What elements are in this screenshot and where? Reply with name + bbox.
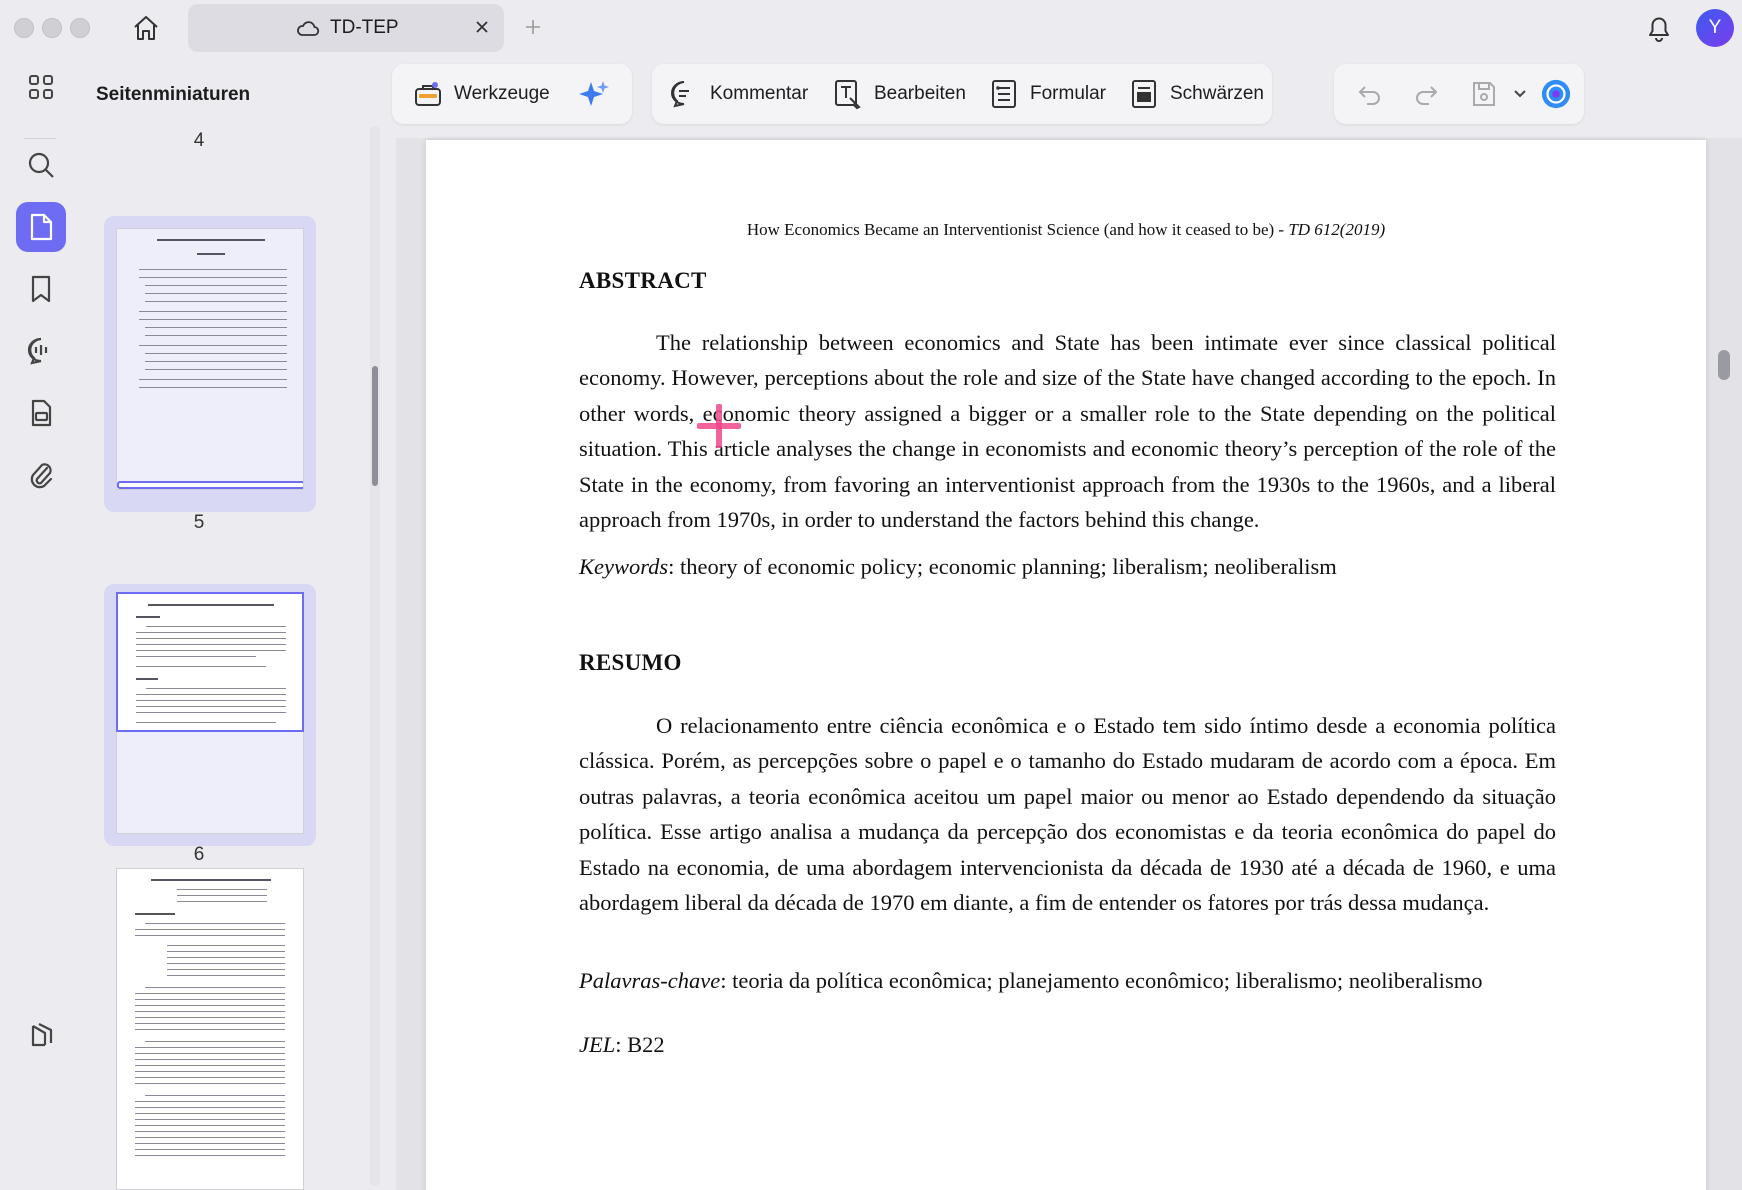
panel-title: Seitenminiaturen xyxy=(96,84,251,105)
attachment-button[interactable] xyxy=(16,450,66,500)
page-icon xyxy=(30,213,53,241)
tab-close-button[interactable] xyxy=(470,15,494,39)
jel-label: JEL xyxy=(579,1032,616,1057)
keywords-text: : theory of economic policy; economic pl… xyxy=(668,554,1337,579)
new-tab-button[interactable] xyxy=(520,14,546,40)
palavras-chave-line: Palavras-chave: teoria da política econô… xyxy=(579,963,1579,998)
app-grid-button[interactable] xyxy=(16,62,66,112)
thumbnail-page-4[interactable] xyxy=(104,216,316,512)
running-header-text: How Economics Became an Interventionist … xyxy=(746,220,1289,239)
undo-button[interactable] xyxy=(1348,64,1392,124)
notifications-button[interactable] xyxy=(1642,11,1676,45)
layers-icon xyxy=(31,1023,53,1047)
thumbnail-panel: Seitenminiaturen 4 5 6 xyxy=(80,56,388,1190)
running-header-ref: TD 612(2019) xyxy=(1288,220,1386,239)
document-viewport[interactable]: How Economics Became an Interventionist … xyxy=(396,138,1742,1190)
title-bar: TD-TEP Y xyxy=(0,0,1742,56)
scrollbar-thumb[interactable] xyxy=(372,366,378,486)
toolbox-icon xyxy=(412,78,444,110)
thumbnail-page-5[interactable] xyxy=(104,584,316,846)
comments-button[interactable] xyxy=(16,326,66,376)
jel-text: : B22 xyxy=(615,1032,665,1057)
history-group xyxy=(1334,64,1584,124)
cloud-icon xyxy=(296,18,320,43)
comment-icon xyxy=(27,337,48,365)
document-scrollbar-thumb[interactable] xyxy=(1718,350,1730,380)
comment-icon xyxy=(668,78,700,110)
keywords-label: Keywords xyxy=(579,554,669,579)
keywords-line: Keywords: theory of economic policy; eco… xyxy=(579,549,1579,584)
home-icon xyxy=(134,16,158,40)
document-tab[interactable]: TD-TEP xyxy=(188,4,504,52)
save-icon xyxy=(1468,78,1500,110)
rail-divider xyxy=(24,138,56,139)
edit-label: Bearbeiten xyxy=(874,83,966,104)
window-minimize-button[interactable] xyxy=(42,18,62,38)
sparkle-icon xyxy=(578,78,610,110)
resumo-heading: RESUMO xyxy=(579,650,682,675)
edit-mode-button[interactable]: Bearbeiten xyxy=(826,64,972,124)
search-icon xyxy=(28,152,54,178)
abstract-heading: ABSTRACT xyxy=(579,268,707,293)
page-number-label: 6 xyxy=(193,844,205,865)
grid-icon xyxy=(29,75,53,99)
thumbnail-page-6[interactable] xyxy=(116,868,304,1190)
left-icon-rail xyxy=(0,56,80,1190)
window-zoom-button[interactable] xyxy=(70,18,90,38)
form-label: Formular xyxy=(1030,83,1107,104)
plus-icon xyxy=(526,20,540,34)
crosshair-cursor xyxy=(697,404,741,448)
bell-icon xyxy=(1649,17,1669,42)
redact-mode-button[interactable]: Schwärzen xyxy=(1122,64,1270,124)
tools-button[interactable]: Werkzeuge xyxy=(406,64,556,124)
page-number-label: 5 xyxy=(193,512,205,533)
page-number-label: 4 xyxy=(193,130,205,151)
jel-line: JEL: B22 xyxy=(579,1027,1579,1062)
resumo-paragraph: O relacionamento entre ciência econômica… xyxy=(579,713,1556,916)
redo-button[interactable] xyxy=(1404,64,1448,124)
running-header: How Economics Became an Interventionist … xyxy=(426,220,1706,240)
text-edit-icon xyxy=(832,78,864,110)
form-mode-button[interactable]: Formular xyxy=(982,64,1112,124)
document-stack-icon xyxy=(31,399,52,427)
ai-chat-button[interactable] xyxy=(1534,64,1578,124)
comment-label: Kommentar xyxy=(710,83,809,104)
page-thumbnails-button[interactable] xyxy=(16,202,66,252)
palavras-chave-text: : teoria da política econômica; planejam… xyxy=(720,968,1483,993)
user-avatar[interactable]: Y xyxy=(1696,9,1734,47)
close-icon xyxy=(476,21,488,33)
pdf-page[interactable]: How Economics Became an Interventionist … xyxy=(426,140,1706,1190)
thumbnail-visible-region xyxy=(116,592,304,732)
tab-title: TD-TEP xyxy=(330,17,399,38)
ai-assistant-button[interactable] xyxy=(572,64,616,124)
layers-button[interactable] xyxy=(16,1010,66,1060)
tools-label: Werkzeuge xyxy=(454,83,550,104)
undo-icon xyxy=(1354,78,1386,110)
comment-mode-button[interactable]: Kommentar xyxy=(662,64,814,124)
redo-icon xyxy=(1410,78,1442,110)
attachments-page-button[interactable] xyxy=(16,388,66,438)
window-close-button[interactable] xyxy=(14,18,34,38)
paperclip-icon xyxy=(30,463,53,489)
redact-icon xyxy=(1128,78,1160,110)
edit-modes-group: Kommentar Bearbeiten Formular Schwärzen xyxy=(652,64,1272,124)
search-button[interactable] xyxy=(16,140,66,190)
redact-label: Schwärzen xyxy=(1170,83,1264,104)
bookmark-icon xyxy=(31,275,51,303)
ai-orb-icon xyxy=(1540,78,1572,110)
palavras-chave-label: Palavras-chave xyxy=(579,968,721,993)
thumbnail-image xyxy=(116,228,304,490)
form-icon xyxy=(988,78,1020,110)
home-button[interactable] xyxy=(128,10,164,46)
main-toolbar: Werkzeuge Kommentar Bearbeiten Formular xyxy=(388,56,1742,136)
chevron-down-icon xyxy=(1504,78,1536,110)
bookmarks-button[interactable] xyxy=(16,264,66,314)
tools-group: Werkzeuge xyxy=(392,64,632,124)
thumbnail-scrollbar[interactable] xyxy=(370,126,380,1186)
